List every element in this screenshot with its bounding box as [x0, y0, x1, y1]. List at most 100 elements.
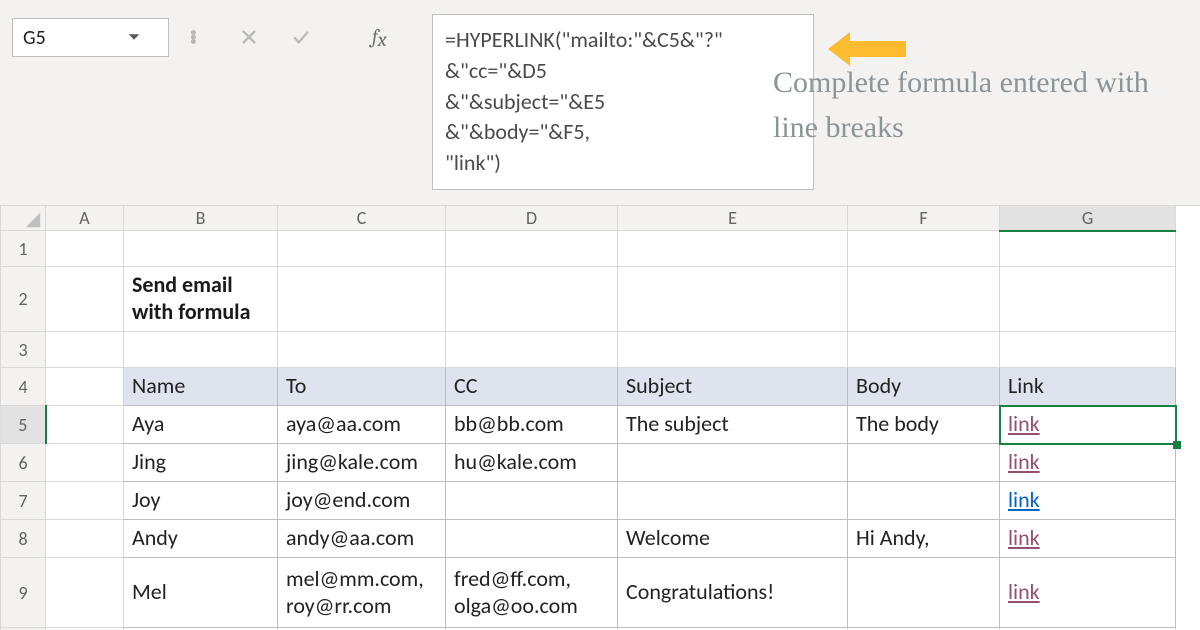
formula-divider-icon: [188, 28, 206, 46]
formula-line: &"&subject="&E5: [445, 87, 801, 118]
row-header-7[interactable]: 7: [1, 482, 46, 520]
cell-G1[interactable]: [1000, 231, 1176, 267]
cell-E2[interactable]: [618, 267, 848, 332]
cell-E5[interactable]: The subject: [618, 406, 848, 444]
cell-C6[interactable]: jing@kale.com: [278, 444, 446, 482]
col-header-C[interactable]: C: [278, 206, 446, 231]
name-box[interactable]: G5: [12, 18, 169, 57]
cell-C3[interactable]: [278, 332, 446, 368]
cell-C4[interactable]: To: [278, 368, 446, 406]
cell-D4[interactable]: CC: [446, 368, 618, 406]
cell-A4[interactable]: [46, 368, 124, 406]
col-header-D[interactable]: D: [446, 206, 618, 231]
cell-E6[interactable]: [618, 444, 848, 482]
cell-G6[interactable]: link: [1000, 444, 1176, 482]
name-box-value: G5: [13, 26, 91, 50]
cell-F2[interactable]: [848, 267, 1000, 332]
cell-C2[interactable]: [278, 267, 446, 332]
annotation-text: Complete formula entered with line break…: [773, 60, 1168, 150]
cell-F1[interactable]: [848, 231, 1000, 267]
cell-G9[interactable]: link: [1000, 558, 1176, 628]
cell-D8[interactable]: [446, 520, 618, 558]
formula-line: &"&body="&F5,: [445, 117, 801, 148]
formula-line: &"cc="&D5: [445, 56, 801, 87]
cell-E1[interactable]: [618, 231, 848, 267]
formula-bar-area: G5 fx =HYPERLINK("mailto:"&C5&"?" &"cc="…: [0, 0, 1200, 206]
col-header-G[interactable]: G: [1000, 206, 1176, 231]
cell-C5[interactable]: aya@aa.com: [278, 406, 446, 444]
cell-G5[interactable]: link: [1000, 406, 1176, 444]
row-header-6[interactable]: 6: [1, 444, 46, 482]
cell-B2[interactable]: Send email with formula: [124, 267, 278, 332]
cell-A7[interactable]: [46, 482, 124, 520]
cell-E3[interactable]: [618, 332, 848, 368]
cell-B5[interactable]: Aya: [124, 406, 278, 444]
fx-icon[interactable]: fx: [372, 25, 387, 48]
col-header-A[interactable]: A: [46, 206, 124, 231]
cell-C8[interactable]: andy@aa.com: [278, 520, 446, 558]
hyperlink[interactable]: link: [1008, 410, 1040, 437]
cell-B9[interactable]: Mel: [124, 558, 278, 628]
cell-F8[interactable]: Hi Andy,: [848, 520, 1000, 558]
cell-A6[interactable]: [46, 444, 124, 482]
cell-D3[interactable]: [446, 332, 618, 368]
cell-D6[interactable]: hu@kale.com: [446, 444, 618, 482]
cell-A3[interactable]: [46, 332, 124, 368]
cell-G3[interactable]: [1000, 332, 1176, 368]
cell-G7[interactable]: link: [1000, 482, 1176, 520]
select-all-corner[interactable]: [1, 206, 46, 231]
cell-F4[interactable]: Body: [848, 368, 1000, 406]
cell-D7[interactable]: [446, 482, 618, 520]
worksheet-grid[interactable]: ABCDEFG 12Send email with formula34NameT…: [0, 205, 1200, 630]
cell-G4[interactable]: Link: [1000, 368, 1176, 406]
cell-B3[interactable]: [124, 332, 278, 368]
cell-E7[interactable]: [618, 482, 848, 520]
col-header-F[interactable]: F: [848, 206, 1000, 231]
cell-B8[interactable]: Andy: [124, 520, 278, 558]
cell-C1[interactable]: [278, 231, 446, 267]
cell-F9[interactable]: [848, 558, 1000, 628]
cell-A2[interactable]: [46, 267, 124, 332]
cell-D2[interactable]: [446, 267, 618, 332]
cell-F7[interactable]: [848, 482, 1000, 520]
hyperlink[interactable]: link: [1008, 486, 1040, 513]
row-header-2[interactable]: 2: [1, 267, 46, 332]
cell-C7[interactable]: joy@end.com: [278, 482, 446, 520]
name-box-dropdown-icon[interactable]: [91, 26, 169, 50]
cancel-icon[interactable]: [240, 28, 258, 46]
cell-A8[interactable]: [46, 520, 124, 558]
cell-E4[interactable]: Subject: [618, 368, 848, 406]
cell-B4[interactable]: Name: [124, 368, 278, 406]
hyperlink[interactable]: link: [1008, 448, 1040, 475]
cell-G8[interactable]: link: [1000, 520, 1176, 558]
cell-C9[interactable]: mel@mm.com, roy@rr.com: [278, 558, 446, 628]
row-header-5[interactable]: 5: [1, 406, 46, 444]
cell-E9[interactable]: Congratulations!: [618, 558, 848, 628]
row-header-9[interactable]: 9: [1, 558, 46, 628]
cell-A5[interactable]: [46, 406, 124, 444]
row-header-1[interactable]: 1: [1, 231, 46, 267]
cell-F6[interactable]: [848, 444, 1000, 482]
col-header-E[interactable]: E: [618, 206, 848, 231]
cell-B1[interactable]: [124, 231, 278, 267]
enter-icon[interactable]: [292, 28, 310, 46]
cell-E8[interactable]: Welcome: [618, 520, 848, 558]
cell-B7[interactable]: Joy: [124, 482, 278, 520]
cell-D1[interactable]: [446, 231, 618, 267]
cell-G2[interactable]: [1000, 267, 1176, 332]
hyperlink[interactable]: link: [1008, 578, 1040, 605]
cell-D9[interactable]: fred@ff.com, olga@oo.com: [446, 558, 618, 628]
row-header-3[interactable]: 3: [1, 332, 46, 368]
cell-A9[interactable]: [46, 558, 124, 628]
formula-bar-input[interactable]: =HYPERLINK("mailto:"&C5&"?" &"cc="&D5 &"…: [432, 14, 814, 190]
cell-B6[interactable]: Jing: [124, 444, 278, 482]
col-header-B[interactable]: B: [124, 206, 278, 231]
row-header-8[interactable]: 8: [1, 520, 46, 558]
cell-A1[interactable]: [46, 231, 124, 267]
formula-line: "link"): [445, 148, 801, 179]
cell-F5[interactable]: The body: [848, 406, 1000, 444]
hyperlink[interactable]: link: [1008, 524, 1040, 551]
cell-D5[interactable]: bb@bb.com: [446, 406, 618, 444]
cell-F3[interactable]: [848, 332, 1000, 368]
row-header-4[interactable]: 4: [1, 368, 46, 406]
